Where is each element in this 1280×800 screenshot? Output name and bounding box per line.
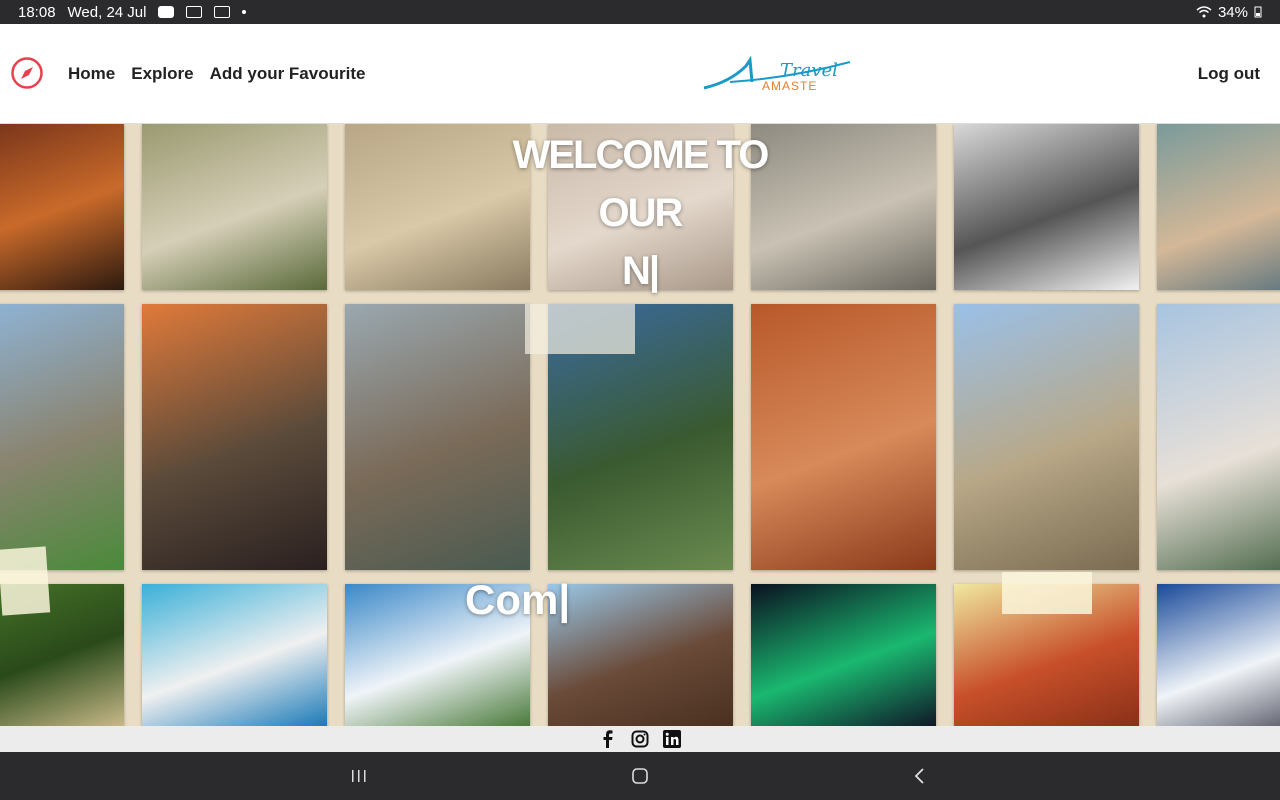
compass-icon[interactable] [10, 56, 44, 90]
facebook-icon[interactable] [599, 730, 617, 748]
tile-petra[interactable] [751, 304, 936, 570]
home-icon[interactable] [630, 766, 650, 786]
gallery-icon [214, 6, 231, 18]
tile-everest[interactable] [1157, 584, 1280, 726]
nav-links: Home Explore Add your Favourite [68, 64, 365, 84]
typing-text: Com| [465, 576, 571, 623]
tile-chichen-itza[interactable] [0, 304, 124, 570]
nav-home[interactable]: Home [68, 64, 115, 84]
svg-text:AMASTE: AMASTE [762, 79, 817, 93]
recent-apps-icon[interactable] [349, 766, 369, 786]
top-navbar: Home Explore Add your Favourite Travel A… [0, 24, 1280, 124]
tile-taj-mahal[interactable] [1157, 304, 1280, 570]
linkedin-icon[interactable] [663, 730, 681, 748]
welcome-heading: WELCOME TO OUR N| [490, 126, 790, 300]
tape-strip [525, 304, 635, 354]
system-nav-bar [0, 752, 1280, 800]
welcome-line: OUR [598, 191, 684, 235]
tile-colosseum[interactable] [954, 304, 1139, 570]
wifi-icon [1196, 6, 1212, 18]
tile-volcano[interactable] [548, 584, 733, 726]
travel-namaste-logo[interactable]: Travel AMASTE [700, 52, 860, 96]
back-icon[interactable] [910, 766, 930, 786]
screenshot-icon [186, 6, 203, 18]
tile-christ-redeemer[interactable] [142, 304, 327, 570]
tape-strip [0, 546, 51, 616]
tile-city-night[interactable] [0, 124, 124, 290]
footer [0, 726, 1280, 752]
status-bar: 18:08 Wed, 24 Jul 34% [0, 0, 1280, 24]
svg-text:Travel: Travel [780, 60, 838, 81]
logout-link[interactable]: Log out [1198, 64, 1260, 84]
tile-old-map[interactable] [1157, 124, 1280, 290]
tile-great-wall[interactable] [345, 304, 530, 570]
tile-ruins-garden[interactable] [142, 124, 327, 290]
battery-percent: 34% [1217, 3, 1248, 21]
tile-aurora[interactable] [751, 584, 936, 726]
youtube-icon [158, 6, 175, 18]
status-time: 18:08 [18, 3, 56, 21]
nav-add-favourite[interactable]: Add your Favourite [210, 64, 366, 84]
tape-strip [1002, 572, 1092, 614]
status-date: Wed, 24 Jul [67, 3, 147, 21]
welcome-line: WELCOME TO [512, 133, 770, 177]
tile-colossus-engraving[interactable] [954, 124, 1139, 290]
nav-explore[interactable]: Explore [131, 64, 193, 84]
more-notifications-icon [242, 10, 247, 14]
instagram-icon[interactable] [631, 730, 649, 748]
welcome-line: N| [621, 249, 660, 293]
tile-reef[interactable] [142, 584, 327, 726]
battery-icon [1254, 6, 1262, 18]
